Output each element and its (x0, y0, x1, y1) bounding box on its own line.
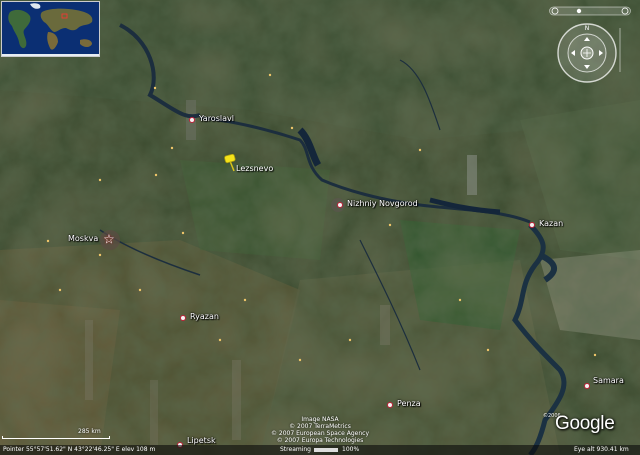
streaming-label: Streaming (280, 446, 311, 453)
city-dot (584, 383, 590, 389)
navigation-control[interactable]: N (556, 22, 618, 84)
city-dot (180, 315, 186, 321)
map-viewport[interactable]: Yaroslavl ☆ Moskva Nizhniy Novgorod Kaza… (0, 0, 640, 455)
credit-line: © 2007 TerraMetrics (289, 423, 351, 430)
scale-label: 285 km (78, 428, 101, 435)
compass-north-label: N (585, 25, 590, 32)
city-dot (189, 117, 195, 123)
city-label: Lipetsk (187, 436, 216, 445)
scale-legend: 285 km (2, 428, 112, 442)
city-label: Ryazan (190, 312, 219, 321)
capital-star-icon: ☆ (103, 232, 115, 248)
city-label: Samara (593, 376, 624, 385)
city-dot (529, 222, 535, 228)
imagery-credits: Image NASA © 2007 TerraMetrics © 2007 Eu… (254, 416, 386, 444)
eye-altitude: Eye alt 930.41 km (574, 446, 629, 453)
credit-line: Image NASA (301, 416, 339, 423)
pointer-coordinates: Pointer 55°57'51.62" N 43°22'46.25" E el… (3, 446, 156, 453)
city-label: Nizhniy Novgorod (347, 199, 418, 208)
streaming-progress-bar (314, 448, 338, 452)
credit-line: © 2007 Europa Technologies (276, 437, 364, 444)
city-label: Kazan (539, 219, 564, 228)
north-up-icon (576, 8, 582, 14)
google-logo: Google (555, 413, 615, 434)
world-map-thumbnail (2, 2, 99, 56)
city-label: Yaroslavl (199, 114, 234, 123)
credit-line: © 2007 European Space Agency (270, 430, 370, 437)
city-label: Penza (397, 399, 421, 408)
world-overview-map[interactable] (1, 1, 100, 57)
zoom-slider[interactable] (613, 22, 627, 78)
look-tilt-bar[interactable] (549, 5, 631, 17)
placemark-label: Lezsnevo (236, 164, 274, 173)
streaming-percent: 100% (342, 446, 360, 453)
city-dot (387, 402, 393, 408)
placemark[interactable]: Lezsnevo (224, 153, 273, 173)
city-label: Moskva (68, 234, 99, 243)
scale-bar (2, 436, 110, 439)
city-dot (337, 202, 343, 208)
